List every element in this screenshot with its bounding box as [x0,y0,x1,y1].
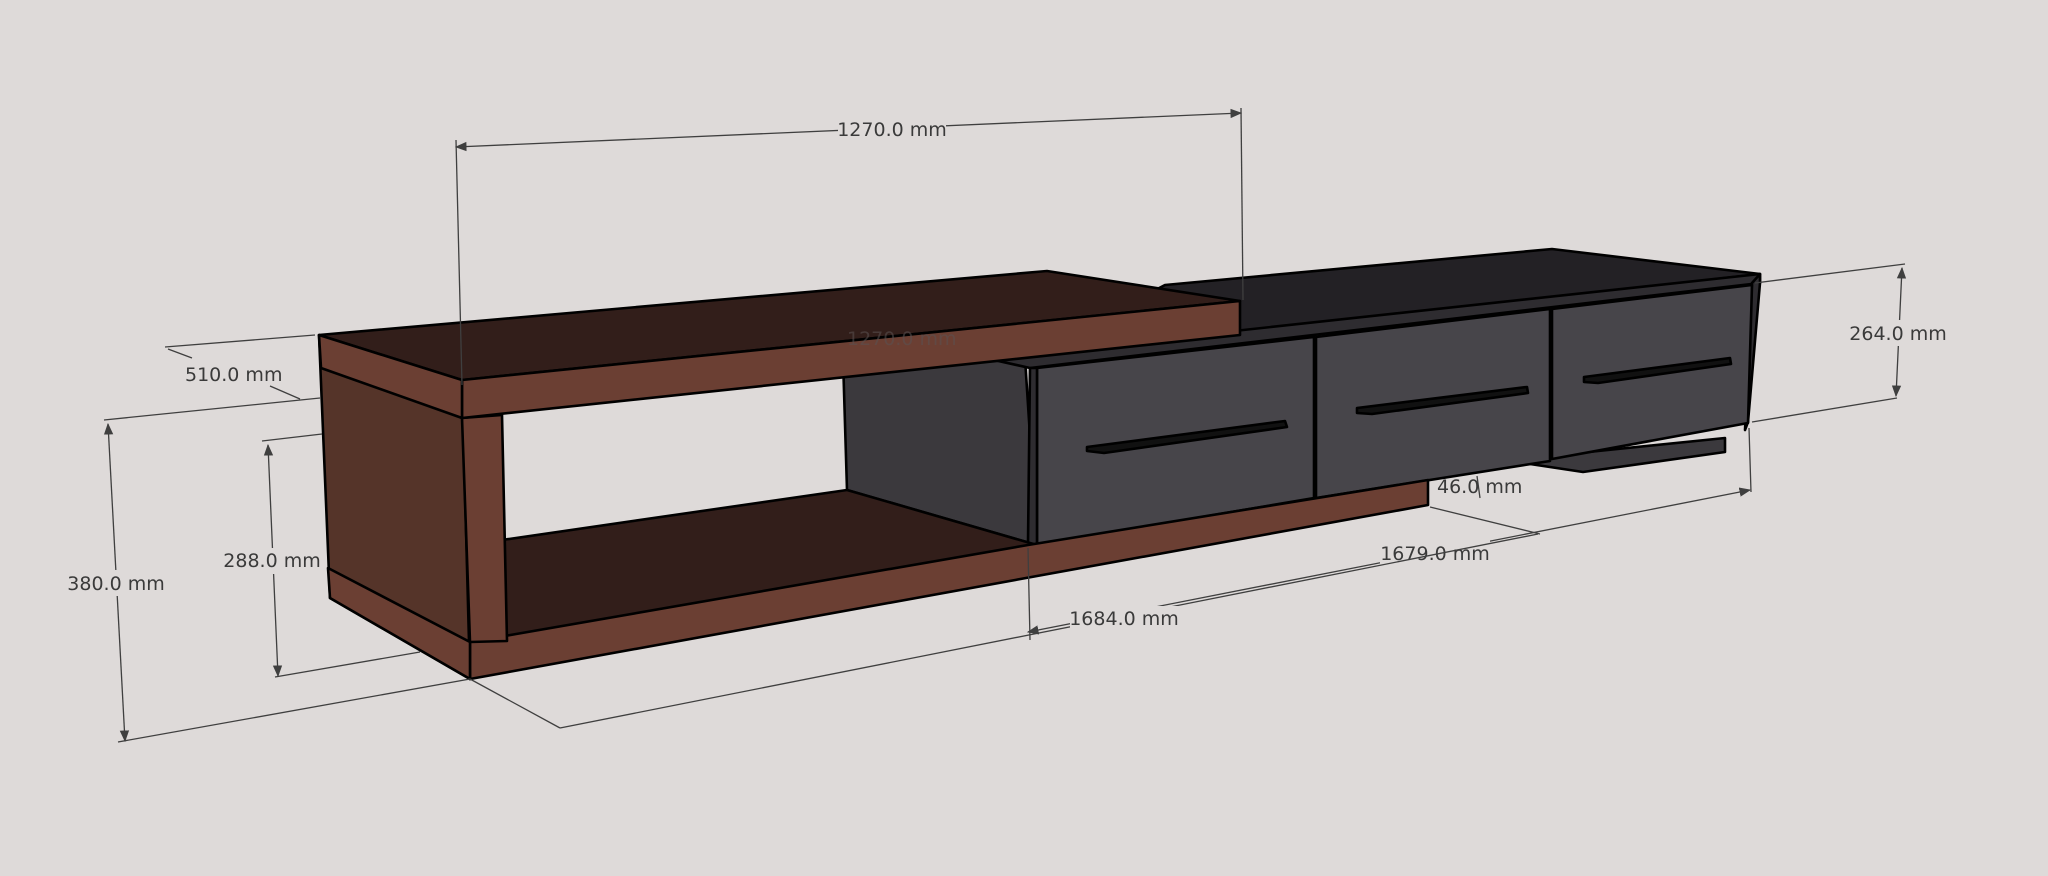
dim-inner-height: 288.0 mm [223,550,320,572]
dim-drawer-height: 264.0 mm [1849,323,1946,345]
dim-depth: 510.0 mm [185,364,282,386]
dim-top-width: 1270.0 mm [837,119,947,141]
tv-stand-drawing: 1270.0 mm 1270.0 mm 510.0 mm 380.0 mm 28… [67,107,1956,743]
dim-plinth-height: 46.0 mm [1437,476,1522,498]
dim-base-length: 1684.0 mm [1069,608,1179,630]
dim-top-width-hidden: 1270.0 mm [847,328,957,350]
drawer-1-edge [1026,366,1039,547]
dim-total-height: 380.0 mm [67,573,164,595]
left-upright-front [460,413,509,644]
